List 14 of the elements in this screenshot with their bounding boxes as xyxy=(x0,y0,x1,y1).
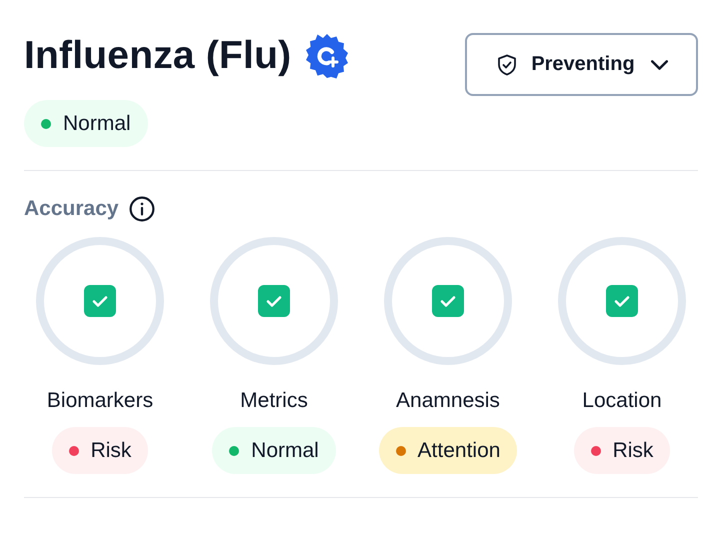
info-icon[interactable] xyxy=(128,196,155,222)
chevron-down-icon xyxy=(650,60,668,70)
metric-name: Location xyxy=(582,389,662,413)
mode-dropdown[interactable]: Preventing xyxy=(465,33,698,96)
metric-name: Biomarkers xyxy=(46,389,154,413)
status-badge: Normal xyxy=(24,100,148,147)
accuracy-label: Accuracy xyxy=(24,197,119,221)
status-badge: Risk xyxy=(574,427,670,474)
status-badge: Risk xyxy=(52,427,148,474)
status-badge: Attention xyxy=(378,427,518,474)
metric-name: Anamnesis xyxy=(396,389,500,413)
metric-name: Metrics xyxy=(240,389,308,413)
status-badge: Normal xyxy=(212,427,336,474)
disease-title: Influenza (Flu) xyxy=(24,34,292,78)
